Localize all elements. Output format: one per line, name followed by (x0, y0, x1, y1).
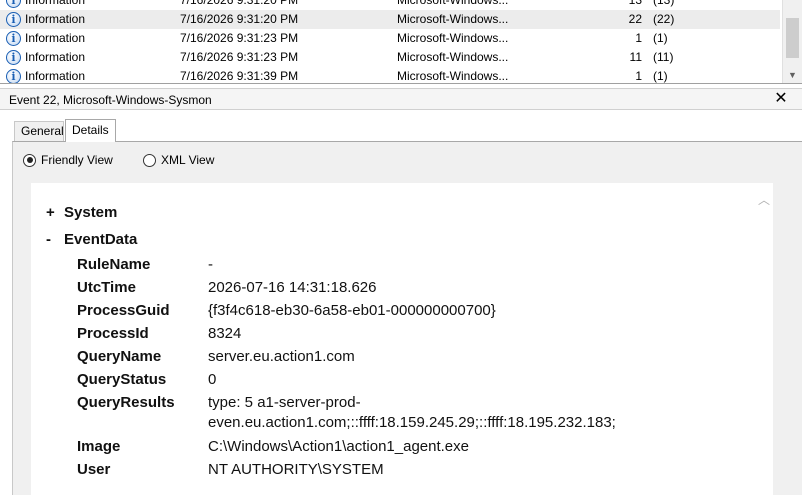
event-id: 11 (629, 50, 642, 64)
event-date: 7/16/2026 9:31:20 PM (180, 0, 299, 7)
system-section-toggle[interactable]: + System (46, 204, 117, 221)
event-task: (1) (653, 31, 668, 45)
field-value-processid: 8324 (208, 325, 242, 342)
event-date: 7/16/2026 9:31:23 PM (180, 50, 299, 64)
event-task: (11) (653, 50, 674, 64)
field-key-utctime: UtcTime (77, 279, 136, 296)
expand-icon[interactable]: + (46, 204, 64, 221)
event-list: i Information 7/16/2026 9:31:20 PM Micros… (0, 0, 802, 84)
collapse-icon[interactable]: - (46, 231, 64, 248)
event-row[interactable]: i Information 7/16/2026 9:31:23 PM Micros… (0, 48, 780, 67)
field-value-queryresults-line1: type: 5 a1-server-prod- (208, 394, 361, 411)
event-row[interactable]: i Information 7/16/2026 9:31:20 PM Micros… (0, 0, 780, 10)
field-key-queryresults: QueryResults (77, 394, 175, 411)
info-icon: i (6, 50, 21, 65)
field-value-utctime: 2026-07-16 14:31:18.626 (208, 279, 377, 296)
field-value-rulename: - (208, 256, 213, 273)
eventdata-section-label: EventData (64, 231, 138, 248)
xml-view-radio[interactable]: XML View (143, 153, 214, 167)
scrollbar-thumb[interactable] (786, 18, 799, 58)
event-date: 7/16/2026 9:31:23 PM (180, 31, 299, 45)
event-list-scrollbar[interactable]: ▼ (782, 0, 802, 83)
event-row-selected[interactable]: i Information 7/16/2026 9:31:20 PM Micros… (0, 10, 780, 29)
field-key-rulename: RuleName (77, 256, 151, 273)
friendly-view-content: + System - EventData RuleName - UtcTime 20… (31, 183, 773, 503)
system-section-label: System (64, 204, 118, 221)
event-row[interactable]: i Information 7/16/2026 9:31:23 PM Micros… (0, 29, 780, 48)
event-task: (13) (653, 0, 675, 7)
event-level: Information (25, 0, 86, 7)
event-rows: i Information 7/16/2026 9:31:20 PM Micros… (0, 0, 780, 83)
field-key-user: User (77, 461, 111, 478)
info-icon: i (6, 0, 21, 8)
scroll-down-icon[interactable]: ▼ (783, 68, 802, 82)
eventdata-section-toggle[interactable]: - EventData (46, 231, 137, 248)
event-row[interactable]: i Information 7/16/2026 9:31:39 PM Micros… (0, 67, 780, 83)
event-date: 7/16/2026 9:31:20 PM (180, 12, 299, 26)
event-source: Microsoft-Windows... (397, 31, 509, 45)
field-value-user: NT AUTHORITY\SYSTEM (208, 461, 384, 478)
xml-view-label: XML View (161, 153, 215, 167)
event-task: (1) (653, 69, 668, 83)
radio-selected-icon[interactable] (23, 153, 36, 167)
details-scrollbar[interactable]: ︿ (755, 183, 773, 503)
event-id: 1 (635, 31, 642, 45)
event-id: 22 (628, 12, 642, 26)
event-level: Information (25, 31, 86, 45)
field-value-image: C:\Windows\Action1\action1_agent.exe (208, 438, 469, 455)
field-value-processguid: {f3f4c618-eb30-6a58-eb01-000000000700} (208, 302, 496, 319)
tab-details[interactable]: Details (65, 119, 116, 142)
event-id: 13 (628, 0, 642, 7)
event-task: (22) (653, 12, 675, 26)
details-tab-panel: Friendly View XML View + System - EventDat… (12, 141, 802, 503)
event-source: Microsoft-Windows... (397, 69, 509, 83)
event-level: Information (25, 12, 86, 26)
event-detail-header: Event 22, Microsoft-Windows-Sysmon ✕ (0, 88, 802, 110)
field-key-processguid: ProcessGuid (77, 302, 170, 319)
field-value-queryresults-line2: even.eu.action1.com;::ffff:18.159.245.29… (208, 414, 616, 431)
field-key-image: Image (77, 438, 121, 455)
event-source: Microsoft-Windows... (397, 50, 509, 64)
scroll-up-icon[interactable]: ︿ (757, 193, 771, 207)
event-level: Information (25, 50, 86, 64)
event-source: Microsoft-Windows... (397, 12, 509, 26)
info-icon: i (6, 69, 21, 83)
event-date: 7/16/2026 9:31:39 PM (180, 69, 299, 83)
event-level: Information (25, 69, 86, 83)
field-value-queryname: server.eu.action1.com (208, 348, 355, 365)
info-icon: i (6, 12, 21, 27)
field-key-queryname: QueryName (77, 348, 162, 365)
close-icon[interactable]: ✕ (772, 90, 790, 108)
field-key-querystatus: QueryStatus (77, 371, 167, 388)
field-key-processid: ProcessId (77, 325, 149, 342)
info-icon: i (6, 31, 21, 46)
radio-unselected-icon[interactable] (143, 153, 156, 167)
field-value-querystatus: 0 (208, 371, 217, 388)
event-detail-title: Event 22, Microsoft-Windows-Sysmon (9, 93, 212, 107)
friendly-view-label: Friendly View (41, 153, 113, 167)
event-id: 1 (635, 69, 642, 83)
friendly-view-radio[interactable]: Friendly View (23, 153, 113, 167)
tab-general[interactable]: General (14, 121, 64, 141)
event-source: Microsoft-Windows... (397, 0, 509, 7)
